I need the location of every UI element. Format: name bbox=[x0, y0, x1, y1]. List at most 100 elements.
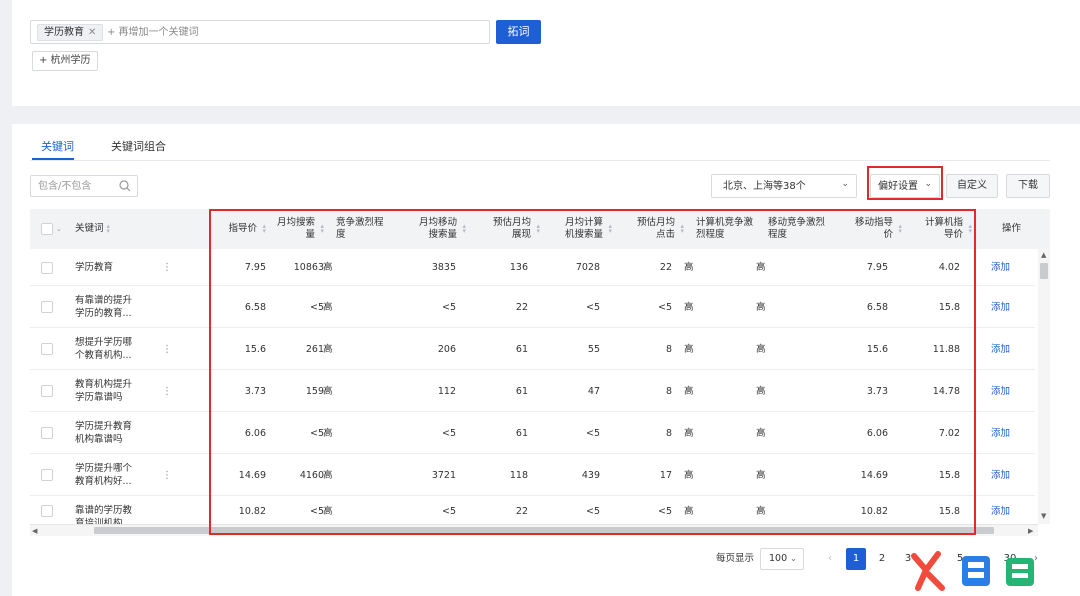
add-keyword-link[interactable]: 添加 bbox=[991, 370, 1010, 412]
scroll-down-icon[interactable]: ▼ bbox=[1041, 512, 1046, 520]
tab-keyword-combo[interactable]: 关键词组合 bbox=[111, 140, 166, 154]
cell-pc-price: 4.02 bbox=[938, 262, 960, 273]
cell-clicks: 22 bbox=[659, 262, 672, 273]
cell-pc-competition: 高 bbox=[684, 385, 694, 397]
tab-active-indicator bbox=[32, 158, 74, 160]
add-keyword-link[interactable]: 添加 bbox=[991, 286, 1010, 328]
cell-guide-price: 7.95 bbox=[244, 262, 266, 273]
column-header-keyword[interactable]: 关键词 ▴ ▾ bbox=[75, 209, 113, 249]
cell-mobile-price: 6.06 bbox=[866, 427, 888, 439]
add-keyword-link[interactable]: 添加 bbox=[991, 412, 1010, 454]
region-select[interactable]: 北京、上海等38个 ⌄ bbox=[711, 174, 857, 198]
include-exclude-filter[interactable]: 包含/不包含 bbox=[30, 175, 138, 197]
chevron-down-icon[interactable]: ⌄ bbox=[56, 209, 62, 249]
search-icon[interactable] bbox=[119, 179, 131, 196]
column-header-pc-search[interactable]: 月均计算机搜索量 ▴ ▾ bbox=[552, 209, 612, 249]
scrollbar-thumb[interactable] bbox=[1040, 263, 1048, 279]
cell-mobile-competition: 高 bbox=[756, 505, 766, 517]
cell-keyword: 学历提升哪个教育机构好... bbox=[75, 463, 133, 487]
page-2[interactable]: 2 bbox=[872, 548, 892, 570]
row-checkbox[interactable] bbox=[41, 427, 53, 439]
cell-keyword: 学历教育 bbox=[75, 262, 114, 273]
tab-keywords[interactable]: 关键词 bbox=[41, 140, 74, 154]
suggested-keyword-tag[interactable]: + 杭州学历 bbox=[32, 51, 98, 71]
scroll-left-icon[interactable]: ◀ bbox=[32, 527, 37, 535]
more-icon[interactable]: ⋮ bbox=[162, 454, 172, 496]
column-header-competition[interactable]: 竞争激烈程度 bbox=[336, 209, 390, 249]
cell-mobile-price: 15.6 bbox=[866, 343, 888, 355]
cell-pc-search: 7028 bbox=[575, 262, 600, 273]
column-header-mobile-search[interactable]: 月均移动搜索量 ▴ ▾ bbox=[406, 209, 466, 249]
close-icon[interactable]: ✕ bbox=[88, 27, 96, 38]
column-header-mobile-price[interactable]: 移动指导价 ▴ ▾ bbox=[836, 209, 902, 249]
row-checkbox[interactable] bbox=[41, 505, 53, 517]
row-checkbox[interactable] bbox=[41, 301, 53, 313]
horizontal-scrollbar[interactable]: ◀ ▶ bbox=[30, 524, 1038, 536]
cell-mobile-search: 112 bbox=[437, 385, 456, 397]
page-1[interactable]: 1 bbox=[846, 548, 866, 570]
expand-keywords-button[interactable]: 拓词 bbox=[496, 20, 541, 44]
more-icon[interactable]: ⋮ bbox=[162, 249, 172, 286]
prev-page-button[interactable]: ‹ bbox=[820, 548, 840, 570]
column-header-clicks[interactable]: 预估月均点击 ▴ ▾ bbox=[624, 209, 684, 249]
add-keyword-placeholder[interactable]: + 再增加一个关键词 bbox=[107, 26, 199, 40]
more-icon[interactable]: ⋮ bbox=[162, 328, 172, 370]
cell-mobile-price: 10.82 bbox=[860, 505, 888, 517]
cell-impressions: 22 bbox=[515, 301, 528, 313]
cell-monthly-search: <5 bbox=[309, 427, 324, 439]
select-all-checkbox[interactable] bbox=[41, 223, 53, 235]
cell-pc-competition: 高 bbox=[684, 505, 694, 517]
tab-divider bbox=[30, 160, 1050, 161]
column-header-impressions[interactable]: 预估月均展现 ▴ ▾ bbox=[480, 209, 540, 249]
add-keyword-link[interactable]: 添加 bbox=[991, 454, 1010, 496]
more-icon[interactable]: ⋮ bbox=[162, 370, 172, 412]
cell-mobile-competition: 高 bbox=[756, 385, 766, 397]
cell-keyword: 有靠谱的提升学历的教育... bbox=[75, 295, 133, 319]
scrollbar-thumb[interactable] bbox=[94, 527, 994, 534]
cell-mobile-price: 3.73 bbox=[866, 385, 888, 397]
page-size-select[interactable]: 100 ⌄ bbox=[760, 548, 804, 570]
sort-icon: ▴ ▾ bbox=[608, 222, 612, 235]
cell-mobile-competition: 高 bbox=[756, 343, 766, 355]
column-header-guide-price[interactable]: 指导价 ▴ ▾ bbox=[200, 209, 266, 249]
cell-pc-competition: 高 bbox=[684, 301, 694, 313]
cell-competition: 高 bbox=[323, 505, 333, 517]
column-header-pc-price[interactable]: 计算机指导价 ▴ ▾ bbox=[910, 209, 972, 249]
cell-clicks: <5 bbox=[657, 505, 672, 517]
cell-impressions: 61 bbox=[515, 343, 528, 355]
row-checkbox[interactable] bbox=[41, 343, 53, 355]
column-header-monthly-search[interactable]: 月均搜索量 ▴ ▾ bbox=[268, 209, 324, 249]
add-keyword-link[interactable]: 添加 bbox=[991, 249, 1010, 286]
chevron-down-icon: ⌄ bbox=[790, 554, 797, 563]
row-checkbox[interactable] bbox=[41, 261, 53, 274]
cell-pc-search: 439 bbox=[581, 469, 600, 481]
download-button[interactable]: 下载 bbox=[1006, 174, 1050, 198]
column-header-pc-competition[interactable]: 计算机竞争激烈程度 bbox=[696, 209, 756, 249]
customize-button[interactable]: 自定义 bbox=[946, 174, 998, 198]
cell-pc-competition: 高 bbox=[684, 427, 694, 439]
table-row: 学历教育 ⋮ 7.95 10863 高 3835 136 7028 22 高高 7.95 4.02 添加 bbox=[30, 249, 1035, 286]
preference-settings-select[interactable]: 偏好设置 ⌄ bbox=[870, 174, 940, 198]
cell-guide-price: 15.6 bbox=[244, 343, 266, 355]
search-card bbox=[12, 0, 1080, 106]
column-header-mobile-competition[interactable]: 移动竞争激烈程度 bbox=[768, 209, 828, 249]
cell-monthly-search: 4160 bbox=[299, 469, 324, 481]
scroll-right-icon[interactable]: ▶ bbox=[1028, 527, 1033, 535]
cell-guide-price: 3.73 bbox=[244, 385, 266, 397]
row-checkbox[interactable] bbox=[41, 385, 53, 397]
row-checkbox[interactable] bbox=[41, 469, 53, 481]
cell-pc-search: 47 bbox=[587, 385, 600, 397]
add-keyword-link[interactable]: 添加 bbox=[991, 496, 1010, 526]
cell-clicks: 17 bbox=[659, 469, 672, 481]
cell-pc-price: 15.8 bbox=[938, 301, 960, 313]
cell-pc-competition: 高 bbox=[684, 343, 694, 355]
cell-monthly-search: <5 bbox=[309, 505, 324, 517]
cell-guide-price: 10.82 bbox=[238, 505, 266, 517]
cell-mobile-search: 3835 bbox=[431, 262, 456, 273]
vertical-scrollbar[interactable]: ▲ ▼ bbox=[1038, 249, 1050, 524]
add-keyword-link[interactable]: 添加 bbox=[991, 328, 1010, 370]
scroll-up-icon[interactable]: ▲ bbox=[1041, 251, 1046, 259]
chevron-down-icon: ⌄ bbox=[924, 179, 932, 189]
keyword-input[interactable]: 学历教育 ✕ + 再增加一个关键词 bbox=[30, 20, 490, 44]
cell-mobile-competition: 高 bbox=[756, 469, 766, 481]
